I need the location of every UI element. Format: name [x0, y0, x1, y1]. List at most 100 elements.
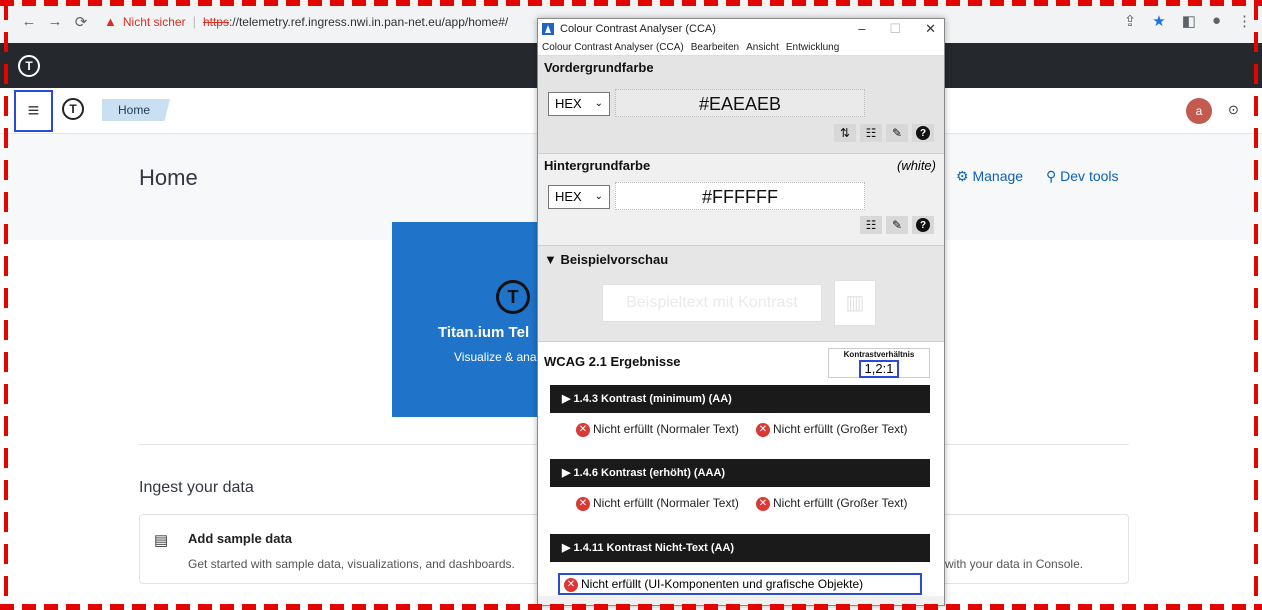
eyedropper-icon[interactable]: ✎	[886, 124, 908, 142]
home-logo-icon[interactable]: T	[62, 98, 84, 120]
criterion-1-4-6-large: ✕ Nicht erfüllt (Großer Text)	[756, 496, 907, 511]
fail-icon: ✕	[564, 577, 578, 592]
url-text: ://telemetry.ref.ingress.nwi.in.pan-net.…	[228, 14, 509, 29]
console-text: with your data in Console.	[945, 557, 1084, 571]
wrench-icon: ⚲	[1046, 168, 1057, 184]
criterion-1-4-3-normal: ✕ Nicht erfüllt (Normaler Text)	[576, 422, 756, 437]
share-icon[interactable]: ⇪	[1124, 12, 1137, 30]
cca-window: Colour Contrast Analyser (CCA) – ☐ ✕ Col…	[537, 18, 945, 606]
preview-section: ▼ Beispielvorschau Beispieltext mit Kont…	[538, 246, 944, 342]
breadcrumb[interactable]: Home	[102, 99, 170, 121]
background-format-value: HEX	[555, 189, 582, 204]
background-color-name: (white)	[896, 158, 936, 173]
url-scheme: https	[202, 14, 229, 29]
fail-icon: ✕	[576, 496, 590, 511]
gear-icon: ⚙	[956, 168, 969, 184]
warning-icon: ▲	[104, 14, 117, 29]
dev-tools-link[interactable]: ⚲ Dev tools	[1046, 168, 1119, 185]
foreground-hex-input[interactable]: #EAEAEB	[615, 89, 865, 117]
avatar[interactable]: a	[1186, 98, 1212, 124]
criterion-1-4-11-header[interactable]: ▶ 1.4.11 Kontrast Nicht-Text (AA)	[550, 534, 930, 562]
contrast-ratio-label: Kontrastverhältnis	[843, 350, 915, 359]
card-title: Add sample data	[188, 531, 293, 546]
hamburger-icon: ≡	[27, 99, 40, 122]
menu-toggle-button[interactable]: ≡	[14, 90, 53, 132]
side-panel-icon[interactable]: ◧	[1182, 12, 1196, 30]
criterion-1-4-3-large: ✕ Nicht erfüllt (Großer Text)	[756, 422, 907, 437]
swap-colors-icon[interactable]: ⇅	[834, 124, 856, 142]
profile-icon[interactable]: ●	[1212, 12, 1221, 30]
background-section: Hintergrundfarbe (white) HEX ⌄ #FFFFFF ☷…	[538, 154, 944, 246]
result-text: Nicht erfüllt (UI-Komponenten und grafis…	[581, 577, 864, 591]
back-icon[interactable]: ←	[18, 13, 40, 30]
menu-item-develop[interactable]: Entwicklung	[786, 42, 839, 53]
background-hex-input[interactable]: #FFFFFF	[615, 182, 865, 210]
results-section: WCAG 2.1 Ergebnisse Kontrastverhältnis 1…	[538, 342, 944, 596]
foreground-section: Vordergrundfarbe HEX ⌄ #EAEAEB ⇅ ☷ ✎ ?	[538, 56, 944, 154]
address-separator: |	[192, 14, 196, 29]
criterion-1-4-6-header[interactable]: ▶ 1.4.6 Kontrast (erhöht) (AAA)	[550, 459, 930, 487]
help-circle-icon[interactable]: ?	[912, 216, 934, 234]
reload-icon[interactable]: ⟳	[70, 13, 92, 31]
sliders-icon[interactable]: ☷	[860, 216, 882, 234]
app-logo-icon[interactable]: T	[18, 55, 40, 77]
menu-item-view[interactable]: Ansicht	[746, 42, 779, 53]
preview-sample-text: Beispieltext mit Kontrast	[602, 284, 822, 322]
titanium-logo-icon: T	[496, 280, 530, 314]
solution-card[interactable]: T Titan.ium Tel Visualize & ana	[392, 222, 542, 417]
cca-menu-bar: Colour Contrast Analyser (CCA) Bearbeite…	[538, 39, 944, 56]
fail-icon: ✕	[756, 496, 770, 511]
browser-actions: ⇪ ★ ◧ ● ⋮	[1124, 12, 1252, 30]
forward-icon[interactable]: →	[44, 13, 66, 30]
result-text: Nicht erfüllt (Normaler Text)	[593, 496, 739, 510]
fail-icon: ✕	[576, 422, 590, 437]
close-icon[interactable]: ✕	[925, 21, 936, 37]
cca-window-title: Colour Contrast Analyser (CCA)	[560, 23, 716, 35]
annotation-border-bottom	[0, 604, 1262, 610]
ingest-heading: Ingest your data	[139, 479, 254, 496]
contrast-ratio-value: 1,2:1	[858, 360, 900, 378]
annotation-border-top	[0, 0, 1262, 6]
criterion-1-4-6-normal: ✕ Nicht erfüllt (Normaler Text)	[576, 496, 756, 511]
background-heading: Hintergrundfarbe	[544, 158, 651, 173]
preview-heading[interactable]: ▼ Beispielvorschau	[544, 252, 668, 267]
card-description: Get started with sample data, visualizat…	[188, 557, 515, 571]
background-tools: ☷ ✎ ?	[860, 216, 934, 234]
window-controls: – ☐ ✕	[858, 21, 936, 37]
sliders-icon[interactable]: ☷	[860, 124, 882, 142]
bookmark-star-icon[interactable]: ★	[1152, 12, 1165, 30]
background-format-select[interactable]: HEX ⌄	[548, 185, 610, 209]
annotation-border-right	[1254, 0, 1258, 610]
minimize-icon[interactable]: –	[858, 21, 865, 37]
menu-item-app[interactable]: Colour Contrast Analyser (CCA)	[542, 42, 684, 53]
solution-subtitle: Visualize & ana	[454, 350, 537, 364]
chevron-down-icon: ⌄	[594, 191, 603, 202]
help-icon[interactable]: ⊙	[1228, 102, 1239, 118]
more-menu-icon[interactable]: ⋮	[1237, 12, 1252, 30]
not-secure-label: Nicht sicher	[122, 14, 186, 29]
page-title: Home	[139, 165, 198, 190]
cca-title-bar: Colour Contrast Analyser (CCA) – ☐ ✕	[538, 19, 944, 39]
menu-item-edit[interactable]: Bearbeiten	[691, 42, 739, 53]
address-bar[interactable]: ▲ Nicht sicher | https ://telemetry.ref.…	[104, 9, 508, 35]
manage-link[interactable]: ⚙ Manage	[956, 168, 1023, 185]
sample-data-icon: ▤	[154, 532, 169, 549]
manage-label: Manage	[972, 168, 1024, 184]
result-text: Nicht erfüllt (Normaler Text)	[593, 422, 739, 436]
dev-tools-label: Dev tools	[1060, 168, 1119, 184]
preview-chart-icon: ▥	[834, 280, 876, 326]
eyedropper-icon[interactable]: ✎	[886, 216, 908, 234]
foreground-format-value: HEX	[555, 96, 582, 111]
result-text: Nicht erfüllt (Großer Text)	[773, 422, 908, 436]
cca-app-icon	[542, 23, 554, 35]
results-heading: WCAG 2.1 Ergebnisse	[544, 354, 681, 369]
maximize-icon: ☐	[889, 21, 902, 36]
result-text: Nicht erfüllt (Großer Text)	[773, 496, 908, 510]
criterion-1-4-3-header[interactable]: ▶ 1.4.3 Kontrast (minimum) (AA)	[550, 385, 930, 413]
help-circle-icon[interactable]: ?	[912, 124, 934, 142]
contrast-ratio-box: Kontrastverhältnis 1,2:1	[828, 348, 930, 378]
criterion-1-4-11-result: ✕ Nicht erfüllt (UI-Komponenten und grafi…	[558, 573, 922, 595]
fail-icon: ✕	[756, 422, 770, 437]
foreground-format-select[interactable]: HEX ⌄	[548, 92, 610, 116]
screen: ← → ⟳ ▲ Nicht sicher | https ://telemetr…	[0, 0, 1262, 610]
